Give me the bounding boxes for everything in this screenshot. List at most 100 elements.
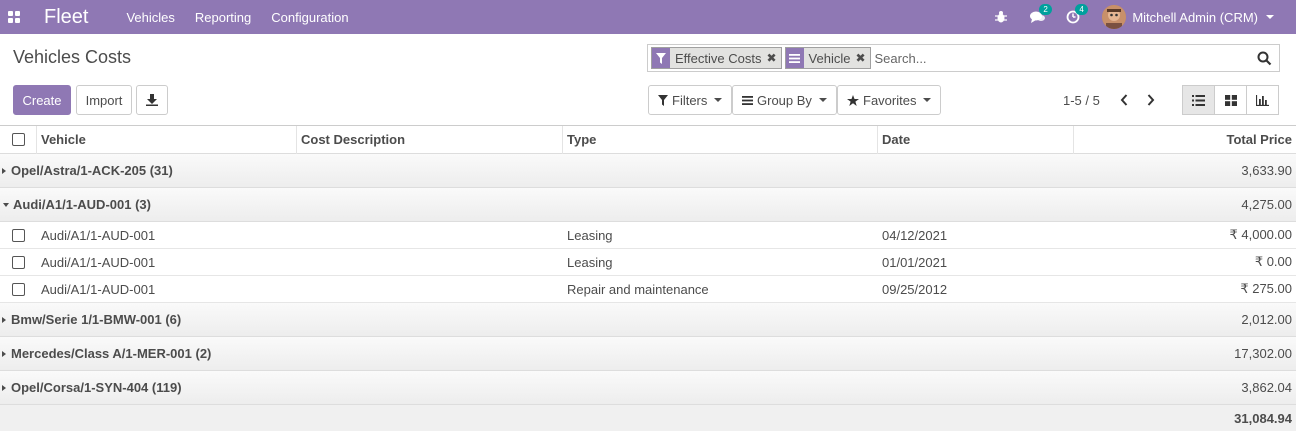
search-bar[interactable]: Effective Costs ✖ Vehicle ✖ — [647, 44, 1280, 72]
pager-previous-icon[interactable] — [1118, 92, 1130, 108]
group-row[interactable]: Opel/Astra/1-ACK-205 (31) 3,633.90 — [0, 154, 1296, 188]
row-checkbox[interactable] — [12, 255, 25, 269]
caret-right-icon — [2, 167, 6, 174]
group-row[interactable]: Opel/Corsa/1-SYN-404 (119) 3,862.04 — [0, 371, 1296, 405]
table-header: Vehicle Cost Description Type Date Total… — [0, 125, 1296, 154]
group-label: Mercedes/Class A/1-MER-001 (2) — [11, 346, 212, 361]
activities-clock-icon[interactable]: 4 — [1066, 4, 1088, 24]
cell-type: Leasing — [567, 227, 613, 243]
top-navbar: Fleet Vehicles Reporting Configuration 2… — [0, 0, 1296, 34]
cell-type: Leasing — [567, 254, 613, 270]
cell-total-price: ₹ 0.00 — [1254, 254, 1292, 269]
favorites-label: Favorites — [863, 92, 917, 108]
group-row[interactable]: Bmw/Serie 1/1-BMW-001 (6) 2,012.00 — [0, 303, 1296, 337]
export-download-button[interactable] — [136, 85, 168, 115]
row-checkbox[interactable] — [12, 228, 25, 242]
facet-label: Effective Costs — [675, 50, 762, 66]
filters-label: Filters — [672, 92, 708, 108]
caret-right-icon — [2, 384, 6, 391]
grand-total: 31,084.94 — [1234, 410, 1292, 426]
search-facet-vehicle: Vehicle ✖ — [784, 47, 871, 69]
app-name[interactable]: Fleet — [44, 6, 88, 29]
bar-chart-icon — [1256, 94, 1269, 106]
download-icon — [146, 94, 158, 106]
kanban-view-button[interactable] — [1214, 85, 1247, 115]
pager-value[interactable]: 1-5 / 5 — [1063, 93, 1100, 108]
menu-reporting[interactable]: Reporting — [195, 10, 251, 25]
cell-total-price: ₹ 275.00 — [1240, 281, 1292, 296]
column-header-cost-description[interactable]: Cost Description — [297, 125, 563, 154]
filter-icon — [652, 48, 670, 68]
user-avatar[interactable] — [1102, 5, 1127, 29]
row-checkbox[interactable] — [12, 282, 25, 296]
group-total: 3,633.90 — [1241, 163, 1292, 178]
pager-next-icon[interactable] — [1145, 92, 1157, 108]
group-row[interactable]: Audi/A1/1-AUD-001 (3) 4,275.00 — [0, 188, 1296, 222]
cell-total-price: ₹ 4,000.00 — [1229, 227, 1293, 242]
group-label: Opel/Corsa/1-SYN-404 (119) — [11, 380, 182, 395]
chevron-down-icon — [714, 98, 723, 102]
apps-menu-icon[interactable] — [8, 11, 20, 23]
create-button[interactable]: Create — [13, 85, 71, 115]
filters-dropdown-button[interactable]: Filters — [648, 85, 733, 115]
cell-vehicle: Audi/A1/1-AUD-001 — [41, 254, 156, 270]
group-total: 17,302.00 — [1234, 346, 1292, 361]
group-by-label: Group By — [757, 92, 812, 108]
cell-vehicle: Audi/A1/1-AUD-001 — [41, 281, 156, 297]
activities-badge: 4 — [1075, 4, 1088, 15]
kanban-view-icon — [1224, 94, 1237, 106]
group-label: Audi/A1/1-AUD-001 (3) — [13, 197, 151, 212]
group-row[interactable]: Mercedes/Class A/1-MER-001 (2) 17,302.00 — [0, 337, 1296, 371]
chevron-down-icon — [923, 98, 932, 102]
list-view-button[interactable] — [1182, 85, 1215, 115]
column-header-date[interactable]: Date — [878, 125, 1074, 154]
facet-remove-icon[interactable]: ✖ — [855, 51, 869, 65]
messages-icon[interactable]: 2 — [1030, 4, 1052, 24]
table-row[interactable]: Audi/A1/1-AUD-001 Leasing 01/01/2021 ₹ 0… — [0, 249, 1296, 276]
cell-date: 04/12/2021 — [882, 227, 948, 243]
graph-view-button[interactable] — [1246, 85, 1279, 115]
group-by-dropdown-button[interactable]: Group By — [732, 85, 837, 115]
column-header-type[interactable]: Type — [563, 125, 878, 154]
group-by-icon — [742, 95, 753, 105]
cell-type: Repair and maintenance — [567, 281, 709, 297]
column-header-vehicle[interactable]: Vehicle — [37, 125, 297, 154]
star-icon — [847, 94, 859, 106]
caret-down-icon — [3, 202, 9, 207]
group-total: 3,862.04 — [1241, 380, 1292, 395]
facet-remove-icon[interactable]: ✖ — [766, 51, 780, 65]
group-total: 2,012.00 — [1241, 312, 1292, 327]
select-all-checkbox[interactable] — [11, 133, 25, 146]
cell-date: 01/01/2021 — [882, 254, 948, 270]
caret-right-icon — [2, 350, 6, 357]
user-name[interactable]: Mitchell Admin (CRM) — [1132, 10, 1258, 25]
cell-vehicle: Audi/A1/1-AUD-001 — [41, 227, 156, 243]
menu-configuration[interactable]: Configuration — [271, 10, 348, 25]
user-menu-caret-icon[interactable] — [1266, 15, 1274, 19]
table-row[interactable]: Audi/A1/1-AUD-001 Repair and maintenance… — [0, 276, 1296, 303]
search-icon[interactable] — [1253, 51, 1275, 66]
group-label: Bmw/Serie 1/1-BMW-001 (6) — [11, 312, 182, 327]
search-input[interactable] — [874, 50, 1253, 66]
list-view-icon — [1192, 94, 1205, 106]
favorites-dropdown-button[interactable]: Favorites — [837, 85, 942, 115]
caret-right-icon — [2, 316, 6, 323]
menu-vehicles[interactable]: Vehicles — [126, 10, 174, 25]
messages-badge: 2 — [1039, 4, 1052, 15]
cell-date: 09/25/2012 — [882, 281, 948, 297]
import-button[interactable]: Import — [76, 85, 132, 115]
group-by-icon — [785, 48, 804, 68]
filter-icon — [658, 94, 668, 106]
search-facet-effective-costs: Effective Costs ✖ — [651, 47, 782, 69]
group-total: 4,275.00 — [1241, 197, 1292, 212]
debug-bug-icon[interactable] — [994, 10, 1008, 24]
column-header-total-price[interactable]: Total Price — [1074, 126, 1296, 154]
page-title: Vehicles Costs — [13, 47, 132, 67]
group-label: Opel/Astra/1-ACK-205 (31) — [11, 163, 173, 178]
grand-total-row: 31,084.94 — [0, 405, 1296, 431]
table-row[interactable]: Audi/A1/1-AUD-001 Leasing 04/12/2021 ₹ 4… — [0, 222, 1296, 249]
select-all-cell — [0, 125, 37, 154]
facet-label: Vehicle — [808, 50, 851, 66]
chevron-down-icon — [818, 98, 827, 102]
list-view: Vehicle Cost Description Type Date Total… — [0, 125, 1296, 431]
